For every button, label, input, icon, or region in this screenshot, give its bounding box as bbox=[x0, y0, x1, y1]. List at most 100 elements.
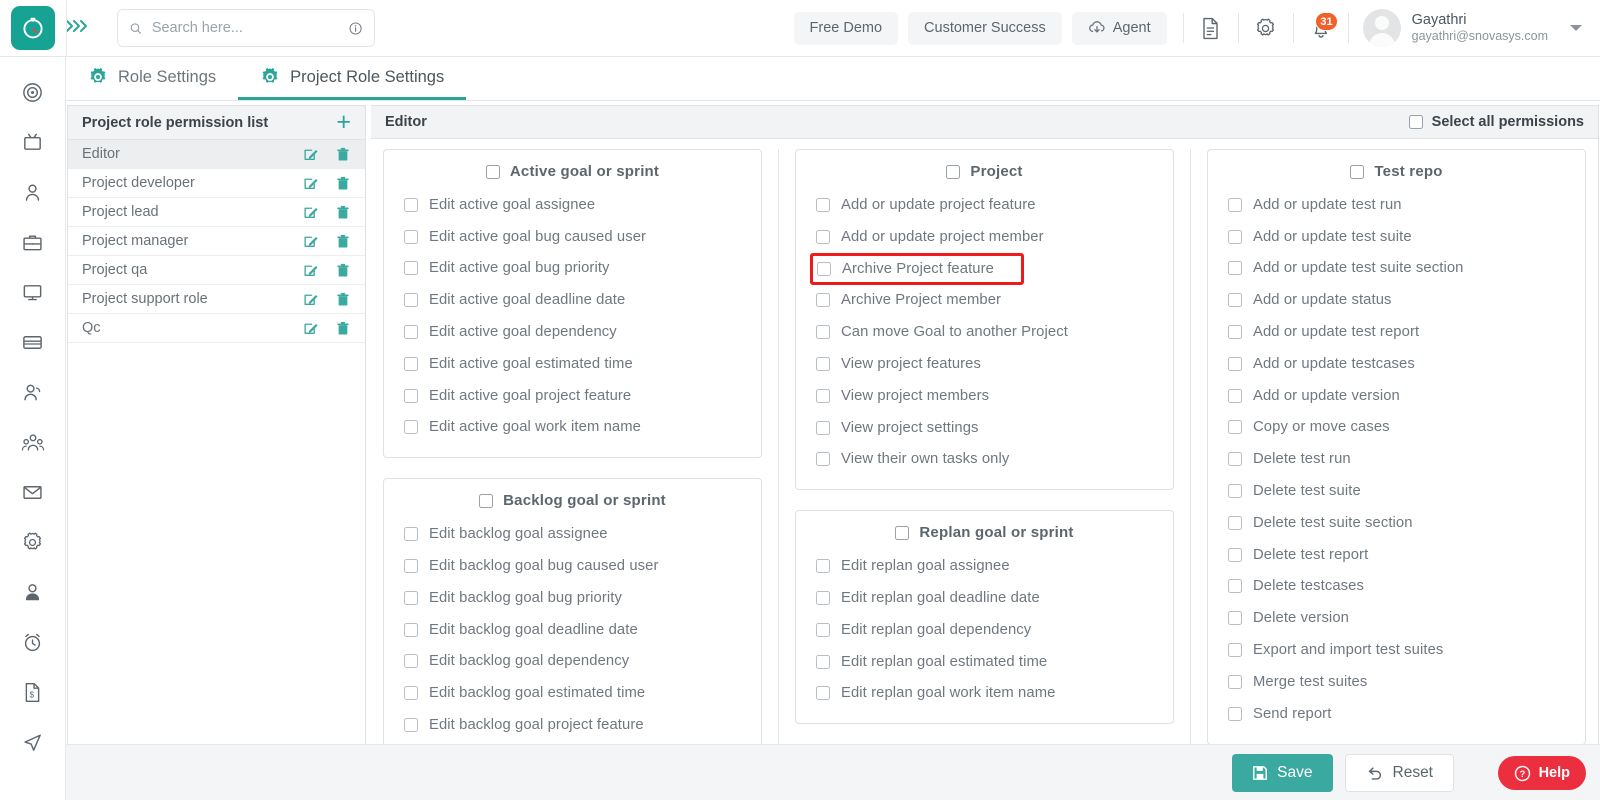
app-logo[interactable] bbox=[11, 6, 55, 50]
save-button[interactable]: Save bbox=[1232, 754, 1332, 792]
edit-role-button[interactable] bbox=[303, 233, 319, 250]
permission-option[interactable]: Copy or move cases bbox=[1226, 412, 1567, 444]
permission-option[interactable]: Add or update project member bbox=[814, 221, 1155, 253]
permission-checkbox[interactable] bbox=[1228, 707, 1242, 721]
rail-item-group[interactable] bbox=[16, 429, 50, 455]
rail-item-send[interactable] bbox=[16, 729, 50, 755]
permission-option[interactable]: Edit active goal assignee bbox=[402, 189, 743, 221]
permission-checkbox[interactable] bbox=[404, 686, 418, 700]
permission-option[interactable]: Edit active goal estimated time bbox=[402, 348, 743, 380]
permission-option[interactable]: View project members bbox=[814, 380, 1155, 412]
role-list-item[interactable]: Project manager bbox=[68, 227, 365, 256]
notifications-button[interactable]: 31 bbox=[1300, 7, 1342, 49]
edit-role-button[interactable] bbox=[303, 320, 319, 337]
permission-checkbox[interactable] bbox=[816, 325, 830, 339]
permission-option[interactable]: Edit backlog goal dependency bbox=[402, 646, 743, 678]
permission-checkbox[interactable] bbox=[817, 262, 831, 276]
permission-checkbox[interactable] bbox=[1228, 516, 1242, 530]
permission-checkbox[interactable] bbox=[816, 655, 830, 669]
permission-option[interactable]: Edit active goal bug priority bbox=[402, 253, 743, 285]
permission-option[interactable]: Add or update test run bbox=[1226, 189, 1567, 221]
delete-role-button[interactable] bbox=[335, 204, 351, 221]
tab-project-role-settings[interactable]: Project Role Settings bbox=[238, 57, 466, 100]
rail-item-user-badge[interactable] bbox=[16, 579, 50, 605]
permission-checkbox[interactable] bbox=[404, 559, 418, 573]
role-list-item[interactable]: Project support role bbox=[68, 285, 365, 314]
permission-checkbox[interactable] bbox=[1228, 357, 1242, 371]
permission-checkbox[interactable] bbox=[404, 718, 418, 732]
permission-option[interactable]: Edit backlog goal estimated time bbox=[402, 677, 743, 709]
permission-option[interactable]: Delete test report bbox=[1226, 539, 1567, 571]
permission-option[interactable]: Edit replan goal dependency bbox=[814, 614, 1155, 646]
rail-item-user-add[interactable] bbox=[16, 379, 50, 405]
permission-option[interactable]: Edit backlog goal assignee bbox=[402, 518, 743, 550]
permission-option[interactable]: Add or update test report bbox=[1226, 316, 1567, 348]
help-button[interactable]: ? Help bbox=[1498, 756, 1586, 790]
permission-option[interactable]: Edit replan goal deadline date bbox=[814, 582, 1155, 614]
permission-checkbox[interactable] bbox=[816, 421, 830, 435]
permission-option[interactable]: Edit backlog goal deadline date bbox=[402, 614, 743, 646]
permission-option[interactable]: Add or update status bbox=[1226, 284, 1567, 316]
permission-option[interactable]: Edit replan goal assignee bbox=[814, 550, 1155, 582]
edit-role-button[interactable] bbox=[303, 204, 319, 221]
permission-checkbox[interactable] bbox=[816, 198, 830, 212]
group-checkbox[interactable] bbox=[895, 526, 909, 540]
group-checkbox[interactable] bbox=[486, 165, 500, 179]
permission-option[interactable]: Archive Project member bbox=[814, 285, 1155, 317]
permission-checkbox[interactable] bbox=[404, 654, 418, 668]
rail-item-card[interactable] bbox=[16, 329, 50, 355]
permission-checkbox[interactable] bbox=[816, 357, 830, 371]
search-input[interactable] bbox=[152, 20, 339, 36]
delete-role-button[interactable] bbox=[335, 175, 351, 192]
permission-option[interactable]: Delete test suite section bbox=[1226, 507, 1567, 539]
permission-checkbox[interactable] bbox=[1228, 579, 1242, 593]
permission-checkbox[interactable] bbox=[1228, 293, 1242, 307]
role-list-item[interactable]: Project developer bbox=[68, 169, 365, 198]
permission-checkbox[interactable] bbox=[1228, 325, 1242, 339]
rail-item-briefcase[interactable] bbox=[16, 229, 50, 255]
permission-checkbox[interactable] bbox=[816, 293, 830, 307]
permission-checkbox[interactable] bbox=[404, 325, 418, 339]
permission-checkbox[interactable] bbox=[1228, 389, 1242, 403]
permission-option[interactable]: Add or update project feature bbox=[814, 189, 1155, 221]
group-checkbox[interactable] bbox=[479, 494, 493, 508]
permission-option[interactable]: Delete version bbox=[1226, 602, 1567, 634]
rail-item-target[interactable] bbox=[16, 79, 50, 105]
rail-item-mail[interactable] bbox=[16, 479, 50, 505]
permission-checkbox[interactable] bbox=[1228, 261, 1242, 275]
permission-checkbox[interactable] bbox=[404, 261, 418, 275]
permission-group-header[interactable]: Project bbox=[814, 163, 1155, 180]
permission-group-header[interactable]: Test repo bbox=[1226, 163, 1567, 180]
permission-checkbox[interactable] bbox=[1228, 230, 1242, 244]
permission-option[interactable]: Can move Goal to another Project bbox=[814, 316, 1155, 348]
delete-role-button[interactable] bbox=[335, 262, 351, 279]
permission-checkbox[interactable] bbox=[404, 623, 418, 637]
permission-option[interactable]: Add or update version bbox=[1226, 380, 1567, 412]
permission-checkbox[interactable] bbox=[816, 623, 830, 637]
permission-option[interactable]: Delete testcases bbox=[1226, 571, 1567, 603]
permission-option[interactable]: Add or update testcases bbox=[1226, 348, 1567, 380]
permission-option[interactable]: Export and import test suites bbox=[1226, 634, 1567, 666]
delete-role-button[interactable] bbox=[335, 320, 351, 337]
permission-checkbox[interactable] bbox=[816, 591, 830, 605]
permission-option[interactable]: Edit replan goal work item name bbox=[814, 678, 1155, 710]
role-list-item[interactable]: Editor bbox=[68, 140, 365, 169]
permission-option[interactable]: Edit backlog goal project feature bbox=[402, 709, 743, 741]
permission-checkbox[interactable] bbox=[1228, 452, 1242, 466]
permission-checkbox[interactable] bbox=[1228, 548, 1242, 562]
permission-option[interactable]: View project settings bbox=[814, 412, 1155, 444]
customer-success-button[interactable]: Customer Success bbox=[908, 12, 1062, 45]
permission-group-header[interactable]: Replan goal or sprint bbox=[814, 524, 1155, 541]
permission-group-header[interactable]: Backlog goal or sprint bbox=[402, 492, 743, 509]
permission-checkbox[interactable] bbox=[404, 527, 418, 541]
permission-checkbox[interactable] bbox=[404, 389, 418, 403]
permission-option[interactable]: Edit active goal deadline date bbox=[402, 284, 743, 316]
permission-option[interactable]: Edit backlog goal bug caused user bbox=[402, 550, 743, 582]
sidebar-expand-toggle[interactable] bbox=[65, 18, 97, 38]
permission-option[interactable]: Add or update test suite bbox=[1226, 221, 1567, 253]
rail-item-monitor[interactable] bbox=[16, 279, 50, 305]
permission-checkbox[interactable] bbox=[1228, 420, 1242, 434]
rail-item-person[interactable] bbox=[16, 179, 50, 205]
role-list-item[interactable]: Project lead bbox=[68, 198, 365, 227]
edit-role-button[interactable] bbox=[303, 175, 319, 192]
